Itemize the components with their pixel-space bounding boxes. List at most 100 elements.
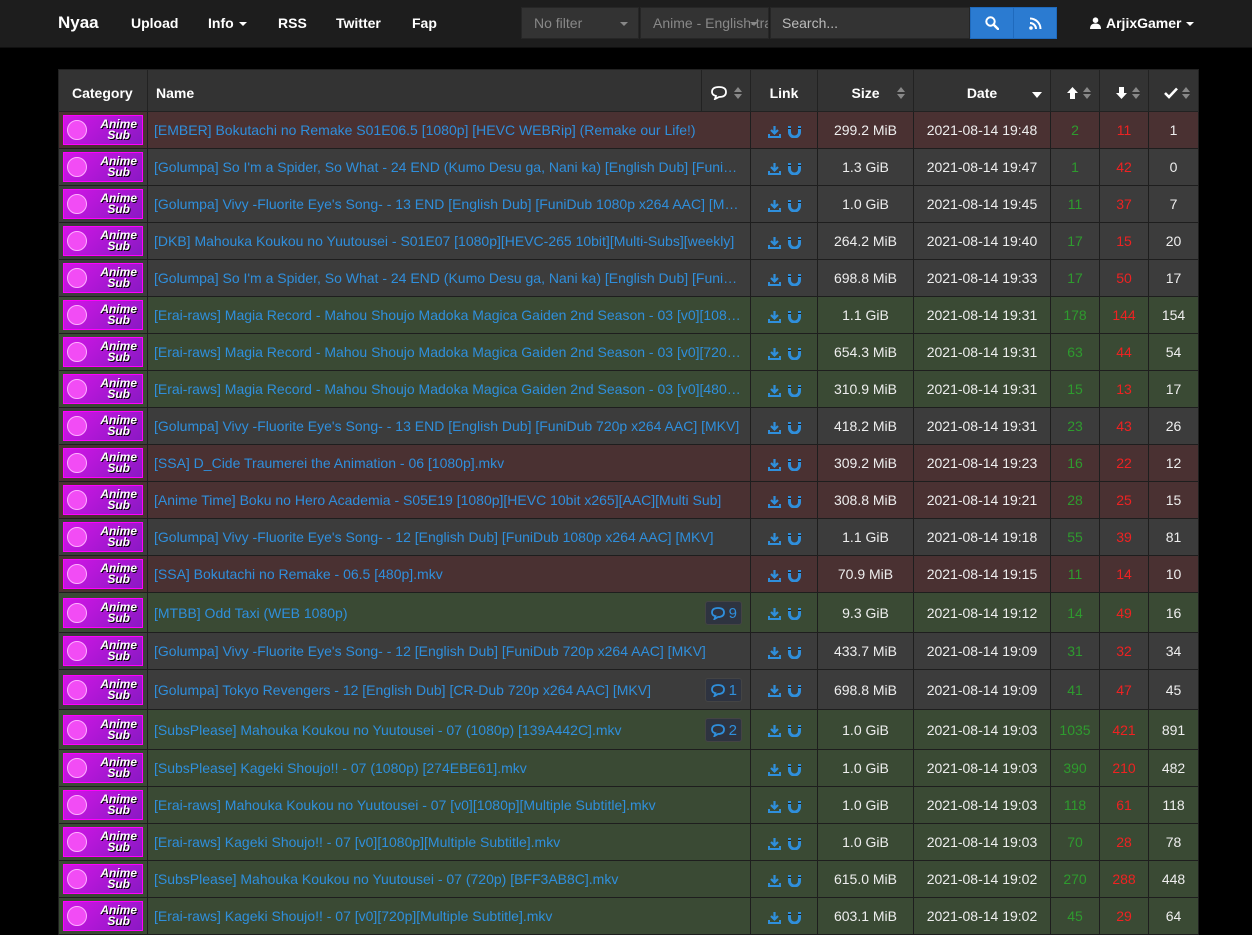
download-button[interactable]: [767, 760, 781, 776]
header-completed[interactable]: [1148, 69, 1199, 112]
comment-count-badge[interactable]: 2: [704, 718, 742, 742]
category-badge[interactable]: Anime Sub: [63, 485, 143, 515]
download-button[interactable]: [767, 270, 781, 286]
torrent-name-link[interactable]: [Erai-raws] Magia Record - Mahou Shoujo …: [154, 381, 742, 397]
category-badge[interactable]: Anime Sub: [63, 674, 143, 705]
magnet-button[interactable]: [781, 122, 801, 139]
download-button[interactable]: [767, 307, 781, 323]
category-badge[interactable]: Anime Sub: [63, 263, 143, 293]
download-button[interactable]: [767, 455, 781, 471]
torrent-name-link[interactable]: [Golumpa] So I'm a Spider, So What - 24 …: [154, 270, 742, 286]
torrent-name-link[interactable]: [Golumpa] Vivy -Fluorite Eye's Song- - 1…: [154, 418, 742, 434]
nav-fap[interactable]: Fap: [412, 15, 437, 31]
search-input[interactable]: [770, 7, 970, 39]
brand-logo[interactable]: Nyaa: [58, 13, 99, 33]
category-select[interactable]: Anime - English-translated: [640, 7, 769, 39]
download-button[interactable]: [767, 196, 781, 212]
torrent-name-link[interactable]: [DKB] Mahouka Koukou no Yuutousei - S01E…: [154, 233, 742, 249]
torrent-name-link[interactable]: [SSA] Bokutachi no Remake - 06.5 [480p].…: [154, 566, 742, 582]
magnet-button[interactable]: [781, 834, 801, 851]
torrent-name-link[interactable]: [Golumpa] Vivy -Fluorite Eye's Song- - 1…: [154, 643, 742, 659]
torrent-name-link[interactable]: [Erai-raws] Magia Record - Mahou Shoujo …: [154, 307, 742, 323]
download-button[interactable]: [767, 834, 781, 850]
download-button[interactable]: [767, 722, 781, 738]
download-button[interactable]: [767, 797, 781, 813]
category-badge[interactable]: Anime Sub: [63, 864, 143, 894]
nav-rss[interactable]: RSS: [278, 15, 307, 31]
category-badge[interactable]: Anime Sub: [63, 189, 143, 219]
category-badge[interactable]: Anime Sub: [63, 559, 143, 589]
torrent-name-link[interactable]: [Golumpa] Vivy -Fluorite Eye's Song- - 1…: [154, 529, 742, 545]
torrent-name-link[interactable]: [SubsPlease] Mahouka Koukou no Yuutousei…: [154, 871, 742, 887]
magnet-button[interactable]: [781, 344, 801, 361]
category-badge[interactable]: Anime Sub: [63, 300, 143, 330]
magnet-button[interactable]: [781, 722, 801, 738]
download-button[interactable]: [767, 418, 781, 434]
torrent-name-link[interactable]: [MTBB] Odd Taxi (WEB 1080p): [154, 605, 694, 621]
magnet-button[interactable]: [781, 871, 801, 888]
category-badge[interactable]: Anime Sub: [63, 597, 143, 628]
download-button[interactable]: [767, 159, 781, 175]
download-button[interactable]: [767, 344, 781, 360]
user-menu[interactable]: ArjixGamer: [1090, 15, 1195, 31]
nav-info[interactable]: Info: [208, 15, 247, 31]
download-button[interactable]: [767, 122, 781, 138]
download-button[interactable]: [767, 682, 781, 698]
category-badge[interactable]: Anime Sub: [63, 827, 143, 857]
category-badge[interactable]: Anime Sub: [63, 374, 143, 404]
header-comments[interactable]: [701, 69, 751, 112]
magnet-button[interactable]: [781, 307, 801, 324]
torrent-name-link[interactable]: [EMBER] Bokutachi no Remake S01E06.5 [10…: [154, 122, 742, 138]
magnet-button[interactable]: [781, 908, 801, 925]
torrent-name-link[interactable]: [SubsPlease] Kageki Shoujo!! - 07 (1080p…: [154, 760, 742, 776]
torrent-name-link[interactable]: [Golumpa] Vivy -Fluorite Eye's Song- - 1…: [154, 196, 742, 212]
category-badge[interactable]: Anime Sub: [63, 753, 143, 783]
download-button[interactable]: [767, 871, 781, 887]
category-badge[interactable]: Anime Sub: [63, 636, 143, 666]
torrent-name-link[interactable]: [Erai-raws] Mahouka Koukou no Yuutousei …: [154, 797, 742, 813]
torrent-name-link[interactable]: [SubsPlease] Mahouka Koukou no Yuutousei…: [154, 722, 694, 738]
header-leechers[interactable]: [1099, 69, 1149, 112]
magnet-button[interactable]: [781, 643, 801, 660]
magnet-button[interactable]: [781, 605, 801, 621]
category-badge[interactable]: Anime Sub: [63, 226, 143, 256]
download-button[interactable]: [767, 492, 781, 508]
category-badge[interactable]: Anime Sub: [63, 152, 143, 182]
torrent-name-link[interactable]: [Erai-raws] Kageki Shoujo!! - 07 [v0][10…: [154, 834, 742, 850]
magnet-button[interactable]: [781, 418, 801, 435]
category-badge[interactable]: Anime Sub: [63, 901, 143, 931]
category-badge[interactable]: Anime Sub: [63, 714, 143, 745]
magnet-button[interactable]: [781, 455, 801, 472]
header-category[interactable]: Category: [58, 69, 148, 112]
magnet-button[interactable]: [781, 381, 801, 398]
download-button[interactable]: [767, 529, 781, 545]
torrent-name-link[interactable]: [Golumpa] Tokyo Revengers - 12 [English …: [154, 682, 694, 698]
filter-select[interactable]: No filter: [521, 7, 639, 39]
category-badge[interactable]: Anime Sub: [63, 790, 143, 820]
nav-upload[interactable]: Upload: [131, 15, 178, 31]
torrent-name-link[interactable]: [SSA] D_Cide Traumerei the Animation - 0…: [154, 455, 742, 471]
header-seeders[interactable]: [1050, 69, 1100, 112]
magnet-button[interactable]: [781, 760, 801, 777]
torrent-name-link[interactable]: [Golumpa] So I'm a Spider, So What - 24 …: [154, 159, 742, 175]
category-badge[interactable]: Anime Sub: [63, 522, 143, 552]
header-name[interactable]: Name: [147, 69, 702, 112]
torrent-name-link[interactable]: [Anime Time] Boku no Hero Academia - S05…: [154, 492, 742, 508]
category-badge[interactable]: Anime Sub: [63, 337, 143, 367]
torrent-name-link[interactable]: [Erai-raws] Magia Record - Mahou Shoujo …: [154, 344, 742, 360]
comment-count-badge[interactable]: 1: [704, 678, 742, 702]
header-size[interactable]: Size: [817, 69, 914, 112]
download-button[interactable]: [767, 908, 781, 924]
header-date[interactable]: Date: [913, 69, 1051, 112]
magnet-button[interactable]: [781, 233, 801, 250]
download-button[interactable]: [767, 566, 781, 582]
magnet-button[interactable]: [781, 270, 801, 287]
search-button[interactable]: [970, 7, 1014, 39]
magnet-button[interactable]: [781, 492, 801, 509]
download-button[interactable]: [767, 233, 781, 249]
magnet-button[interactable]: [781, 159, 801, 176]
download-button[interactable]: [767, 381, 781, 397]
comment-count-badge[interactable]: 9: [704, 601, 742, 625]
magnet-button[interactable]: [781, 566, 801, 583]
magnet-button[interactable]: [781, 682, 801, 698]
